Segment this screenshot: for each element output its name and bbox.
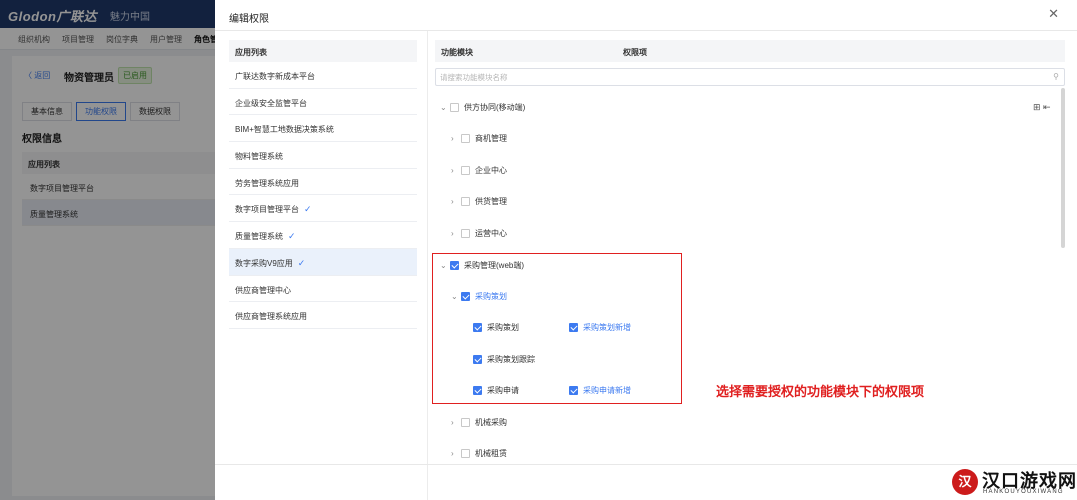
app-list-item-label: 物料管理系统	[235, 152, 283, 162]
app-list-item-label: 广联达数字新成本平台	[235, 72, 315, 81]
divider	[215, 30, 1077, 31]
chevron-down-icon[interactable]: ⌄	[440, 103, 450, 112]
app-list-item-label: 企业级安全监管平台	[235, 98, 307, 108]
modal-overlay[interactable]	[0, 0, 215, 500]
tree-node[interactable]: › 供货管理	[451, 196, 507, 212]
tree-node-root-mobile[interactable]: ⌄ 供方协同(移动端)	[440, 102, 525, 118]
search-icon[interactable]: ⚲	[1053, 72, 1059, 81]
column-divider	[427, 31, 428, 500]
scrollbar[interactable]	[1061, 88, 1065, 248]
app-list-item[interactable]: BIM+智慧工地数据决策系统	[229, 115, 417, 143]
chevron-right-icon[interactable]: ›	[451, 166, 461, 175]
drawer-title: 编辑权限	[229, 14, 269, 25]
tree-node[interactable]: › 企业中心	[451, 165, 507, 181]
app-list-item[interactable]: 供应商管理系统应用	[229, 302, 417, 329]
footer-divider	[215, 464, 1077, 465]
chevron-right-icon[interactable]: ›	[451, 449, 461, 458]
watermark-logo-icon: 汉	[952, 469, 978, 495]
checkbox[interactable]	[461, 134, 470, 143]
tree-node[interactable]: › 运营中心	[451, 228, 507, 244]
checkbox[interactable]	[461, 166, 470, 175]
search-input[interactable]	[440, 71, 1030, 84]
app-list: 应用列表 广联达数字新成本平台 企业级安全监管平台 BIM+智慧工地数据决策系统 物料…	[229, 40, 417, 329]
edit-permission-drawer: 编辑权限 ✕ 应用列表 广联达数字新成本平台 企业级安全监管平台 BIM+智慧工地数…	[215, 0, 1077, 500]
chevron-right-icon[interactable]: ›	[451, 197, 461, 206]
expand-collapse-icons[interactable]: ⊞ ⇤	[1033, 102, 1051, 113]
watermark-subtext: HANKOUYOUXIWANG	[983, 489, 1064, 495]
chevron-right-icon[interactable]: ›	[451, 418, 461, 427]
chevron-right-icon[interactable]: ›	[451, 134, 461, 143]
app-list-item-label: 劳务管理系统应用	[235, 178, 299, 188]
checkbox[interactable]	[450, 103, 459, 112]
chevron-right-icon[interactable]: ›	[451, 229, 461, 238]
app-list-item-label: BIM+智慧工地数据决策系统	[235, 125, 334, 135]
module-search: ⚲	[435, 68, 1065, 86]
highlight-box	[432, 253, 682, 404]
app-list-item[interactable]: 广联达数字新成本平台	[229, 62, 417, 89]
watermark: 汉 汉口游戏网 HANKOUYOUXIWANG	[952, 466, 1077, 500]
tree-node[interactable]: › 商机管理	[451, 133, 507, 149]
app-list-item-label: 数字项目管理平台	[235, 205, 299, 215]
app-list-item[interactable]: 数字采购V9应用 ✓	[229, 248, 417, 276]
annotation-text: 选择需要授权的功能模块下的权限项	[716, 384, 925, 399]
app-list-item[interactable]: 供应商管理中心	[229, 276, 417, 303]
checkbox[interactable]	[461, 449, 470, 458]
app-list-item-label: 供应商管理系统应用	[235, 312, 307, 322]
app-list-item[interactable]: 质量管理系统 ✓	[229, 222, 417, 249]
check-icon: ✓	[288, 231, 296, 242]
app-list-item-label: 质量管理系统	[235, 232, 283, 242]
app-list-item[interactable]: 企业级安全监管平台	[229, 89, 417, 116]
app-list-item[interactable]: 物料管理系统	[229, 142, 417, 169]
close-icon[interactable]: ✕	[1048, 6, 1059, 22]
app-list-item[interactable]: 劳务管理系统应用	[229, 169, 417, 196]
checkbox[interactable]	[461, 418, 470, 427]
module-column-header: 功能模块	[441, 48, 473, 57]
app-list-item-label: 数字采购V9应用	[235, 258, 293, 268]
check-icon: ✓	[304, 204, 312, 215]
tree-node[interactable]: › 机械租赁	[451, 448, 507, 460]
app-list-item-label: 供应商管理中心	[235, 285, 291, 295]
checkbox[interactable]	[461, 197, 470, 206]
tree-node[interactable]: › 机械采购	[451, 417, 507, 433]
check-icon: ✓	[297, 257, 306, 268]
tree-header: 功能模块 权限项	[435, 40, 1065, 62]
checkbox[interactable]	[461, 229, 470, 238]
permission-column-header: 权限项	[623, 48, 647, 57]
app-list-header: 应用列表	[229, 40, 417, 62]
app-list-item[interactable]: 数字项目管理平台 ✓	[229, 195, 417, 223]
